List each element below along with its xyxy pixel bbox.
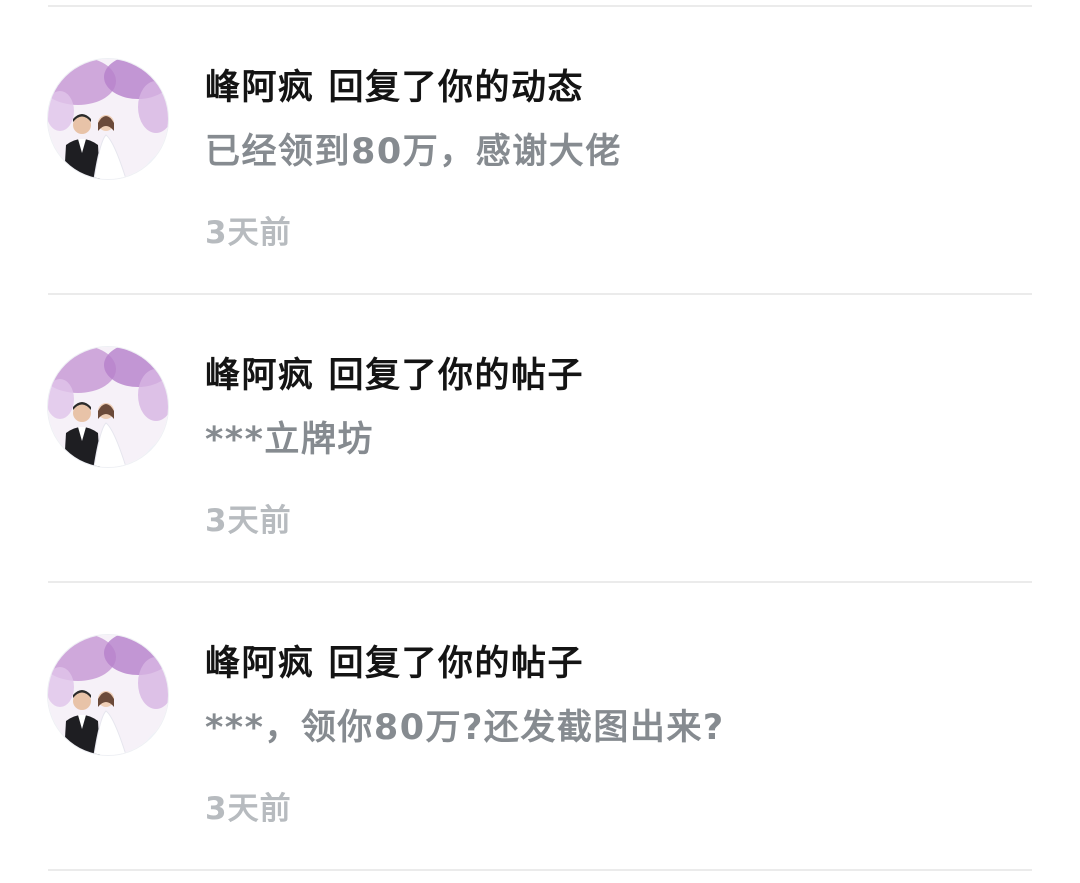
notification-title: 峰阿疯 回复了你的动态 [205, 62, 584, 114]
timestamp: 3天前 [205, 215, 292, 251]
avatar[interactable] [48, 347, 168, 467]
notification-title: 峰阿疯 回复了你的帖子 [205, 638, 584, 690]
notification-title: 峰阿疯 回复了你的帖子 [205, 350, 584, 402]
reply-content[interactable]: 已经领到80万，感谢大佬 [205, 123, 622, 181]
timestamp: 3天前 [205, 503, 292, 539]
timestamp: 3天前 [205, 791, 292, 827]
avatar[interactable] [48, 635, 168, 755]
notification-action: 回复了你的动态 [328, 68, 585, 108]
notification-item[interactable]: 峰阿疯 回复了你的帖子 ***，领你80万?还发截图出来? 3天前 [0, 583, 1080, 869]
notification-item[interactable]: 峰阿疯 回复了你的动态 已经领到80万，感谢大佬 3天前 [0, 7, 1080, 293]
divider-bottom [48, 869, 1032, 871]
notification-action: 回复了你的帖子 [328, 644, 585, 684]
notification-action: 回复了你的帖子 [328, 356, 585, 396]
user-name[interactable]: 峰阿疯 [205, 356, 315, 396]
avatar[interactable] [48, 59, 168, 179]
reply-content[interactable]: ***，领你80万?还发截图出来? [205, 699, 725, 757]
user-name[interactable]: 峰阿疯 [205, 644, 315, 684]
user-name[interactable]: 峰阿疯 [205, 68, 315, 108]
notification-item[interactable]: 峰阿疯 回复了你的帖子 ***立牌坊 3天前 [0, 295, 1080, 581]
reply-content[interactable]: ***立牌坊 [205, 411, 374, 469]
